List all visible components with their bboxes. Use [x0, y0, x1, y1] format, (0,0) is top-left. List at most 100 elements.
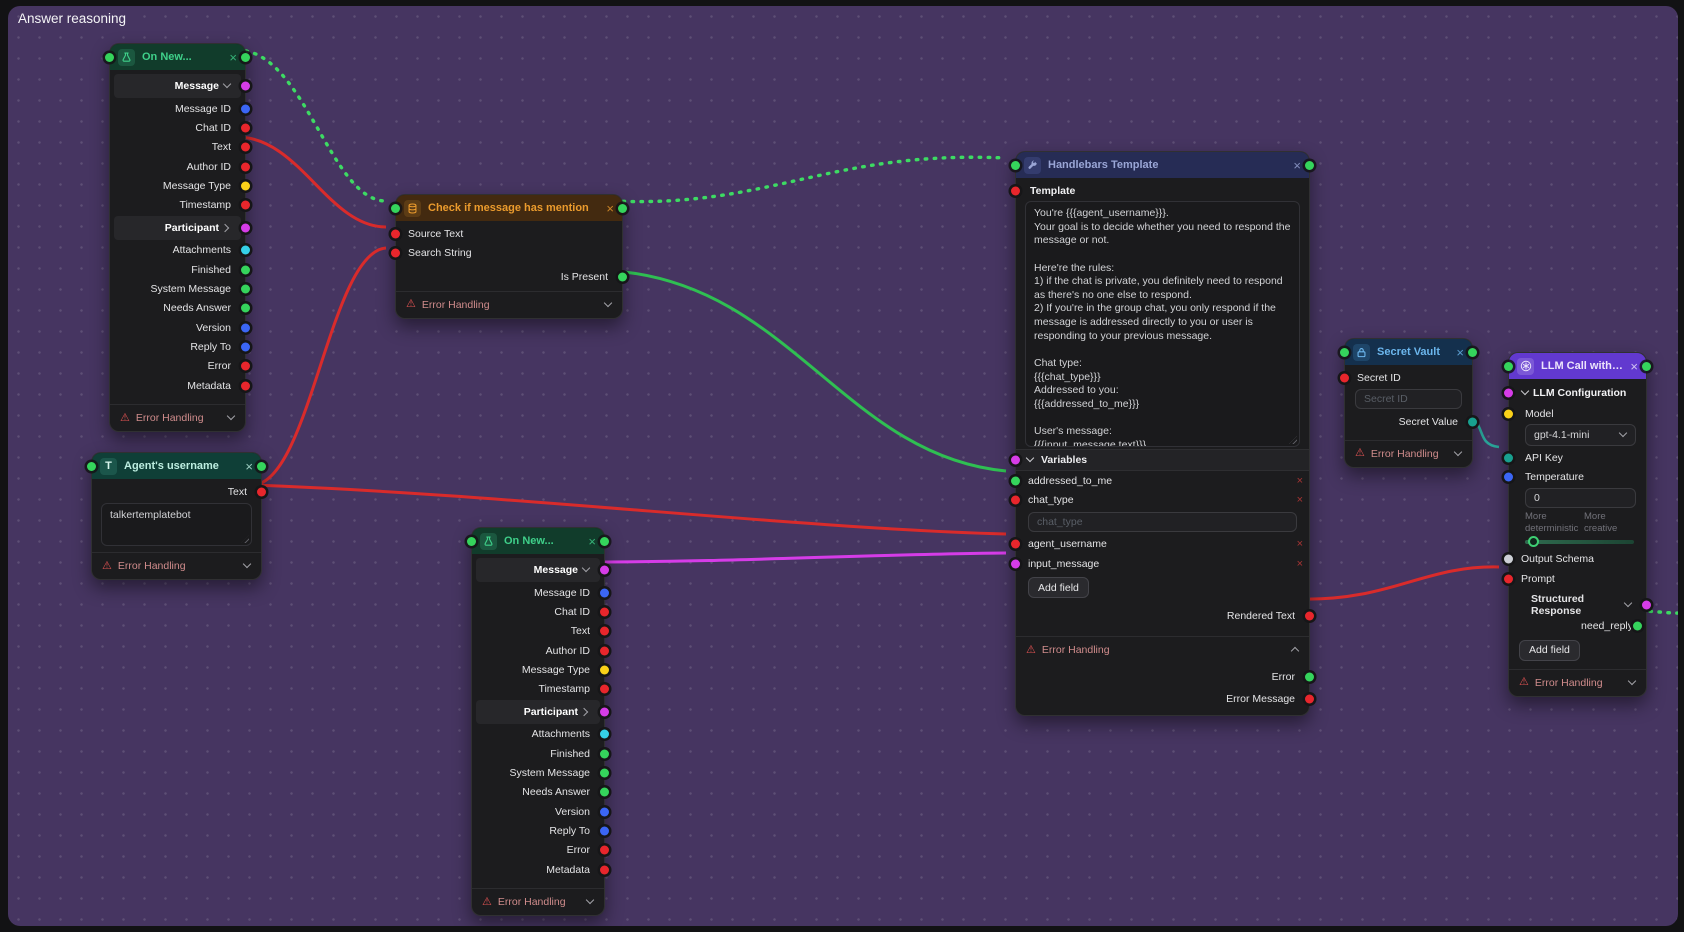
flow-out-port[interactable] [1468, 348, 1477, 357]
delete-variable-icon[interactable]: × [1297, 538, 1303, 550]
field-port[interactable] [241, 342, 250, 351]
model-port[interactable] [1504, 409, 1513, 418]
field-port[interactable] [241, 181, 250, 190]
error-handling-row[interactable]: ⚠ Error Handling [1509, 669, 1646, 696]
source-text-port[interactable] [391, 229, 400, 238]
chevron-up-icon[interactable] [1291, 646, 1299, 654]
secret-id-input[interactable] [1355, 389, 1462, 409]
field-port[interactable] [241, 82, 250, 91]
search-string-port[interactable] [391, 248, 400, 257]
flow-in-port[interactable] [467, 537, 476, 546]
field-port[interactable] [241, 381, 250, 390]
api-key-port[interactable] [1504, 453, 1513, 462]
field-port[interactable] [600, 685, 609, 694]
node-header[interactable]: On New... × [110, 44, 245, 70]
wire-text-agentusername[interactable] [253, 485, 1006, 534]
add-field-button[interactable]: Add field [1028, 577, 1089, 598]
error-handling-row[interactable]: ⚠ Error Handling [1016, 636, 1309, 663]
llm-config-port[interactable] [1504, 389, 1513, 398]
error-handling-row[interactable]: ⚠ Error Handling [1345, 440, 1472, 467]
delete-variable-icon[interactable]: × [1297, 475, 1303, 487]
node-header[interactable]: LLM Call with St... × [1509, 353, 1646, 379]
variables-section-header[interactable]: Variables [1016, 449, 1309, 471]
flow-out-port[interactable] [1642, 362, 1651, 371]
field-port[interactable] [600, 788, 609, 797]
close-icon[interactable]: × [245, 460, 253, 473]
field-port[interactable] [600, 627, 609, 636]
node-check-mention[interactable]: Check if message has mention × Source Te… [395, 194, 623, 319]
chevron-down-icon[interactable] [1454, 450, 1462, 458]
node-header[interactable]: On New... × [472, 528, 604, 554]
secret-id-port[interactable] [1340, 373, 1349, 382]
node-header[interactable]: T Agent's username × [92, 453, 261, 479]
field-port[interactable] [600, 607, 609, 616]
flow-out-port[interactable] [241, 53, 250, 62]
chevron-icon[interactable] [223, 224, 231, 232]
is-present-port[interactable] [618, 273, 627, 282]
node-header[interactable]: Check if message has mention × [396, 195, 622, 221]
field-port[interactable] [241, 285, 250, 294]
flow-in-port[interactable] [1011, 161, 1020, 170]
field-port[interactable] [241, 162, 250, 171]
field-port[interactable] [600, 749, 609, 758]
error-handling-row[interactable]: ⚠ Error Handling [472, 888, 604, 915]
field-port[interactable] [600, 588, 609, 597]
error-handling-row[interactable]: ⚠ Error Handling [110, 404, 245, 431]
chevron-down-icon[interactable] [1026, 456, 1034, 464]
field-port[interactable] [600, 566, 609, 575]
close-icon[interactable]: × [588, 535, 596, 548]
temperature-input[interactable] [1525, 488, 1636, 508]
close-icon[interactable]: × [1456, 346, 1464, 359]
username-textarea[interactable]: talkertemplatebot [101, 503, 252, 546]
flow-out-port[interactable] [257, 462, 266, 471]
prompt-port[interactable] [1504, 574, 1513, 583]
temperature-port[interactable] [1504, 473, 1513, 482]
structured-response-row[interactable]: Structured Response [1509, 594, 1646, 616]
wire-message-inputmessage[interactable] [596, 553, 1006, 562]
output-schema-port[interactable] [1504, 555, 1513, 564]
delete-variable-icon[interactable]: × [1297, 558, 1303, 570]
field-port[interactable] [600, 665, 609, 674]
delete-variable-icon[interactable]: × [1297, 494, 1303, 506]
field-port[interactable] [600, 769, 609, 778]
flow-in-port[interactable] [87, 462, 96, 471]
model-select[interactable]: gpt-4.1-mini [1525, 424, 1636, 446]
field-port[interactable] [241, 223, 250, 232]
close-icon[interactable]: × [1293, 159, 1301, 172]
field-port[interactable] [600, 807, 609, 816]
chevron-icon[interactable] [582, 566, 590, 574]
field-port[interactable] [600, 826, 609, 835]
wire-renderedtext-prompt[interactable] [1301, 567, 1499, 599]
structured-response-port[interactable] [1642, 601, 1651, 610]
node-on-new-message-2[interactable]: On New... × Message Message ID Chat ID [471, 527, 605, 916]
chevron-down-icon[interactable] [586, 898, 594, 906]
close-icon[interactable]: × [606, 202, 614, 215]
error-handling-row[interactable]: ⚠ Error Handling [396, 291, 622, 318]
field-port[interactable] [600, 730, 609, 739]
field-port[interactable] [241, 304, 250, 313]
flow-out-port[interactable] [1305, 161, 1314, 170]
error-handling-row[interactable]: ⚠ Error Handling [92, 552, 261, 579]
field-port[interactable] [241, 104, 250, 113]
secret-value-port[interactable] [1468, 417, 1477, 426]
node-handlebars-template[interactable]: Handlebars Template × Template You're {{… [1015, 151, 1310, 716]
field-port[interactable] [241, 246, 250, 255]
chevron-down-icon[interactable] [1521, 389, 1529, 397]
field-port[interactable] [241, 201, 250, 210]
addressed-to-me-port[interactable] [1011, 476, 1020, 485]
wire-text-sourcetext[interactable] [237, 137, 386, 227]
wire-flow-check-handlebars[interactable] [614, 157, 1006, 201]
chevron-down-icon[interactable] [1628, 679, 1636, 687]
node-header[interactable]: Handlebars Template × [1016, 152, 1309, 178]
error-message-port[interactable] [1305, 695, 1314, 704]
flow-in-port[interactable] [1504, 362, 1513, 371]
chevron-down-icon[interactable] [227, 414, 235, 422]
need-reply-port[interactable] [1633, 621, 1642, 630]
chat-type-port[interactable] [1011, 495, 1020, 504]
rendered-text-port[interactable] [1305, 611, 1314, 620]
field-port[interactable] [600, 707, 609, 716]
template-port[interactable] [1011, 187, 1020, 196]
error-port[interactable] [1305, 673, 1314, 682]
flow-in-port[interactable] [391, 204, 400, 213]
close-icon[interactable]: × [229, 51, 237, 64]
